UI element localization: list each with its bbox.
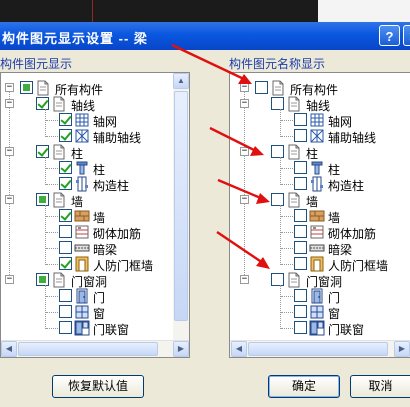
annotation-arrow-2 bbox=[209, 126, 259, 154]
annotation-arrows bbox=[171, 43, 270, 269]
annotation-arrowhead-1 bbox=[238, 74, 252, 84]
annotation-arrowhead-3 bbox=[256, 193, 270, 204]
annotation-arrowhead-2 bbox=[250, 146, 264, 156]
annotation-arrow-3 bbox=[217, 178, 264, 201]
annotation-arrow-4 bbox=[216, 231, 264, 264]
annotation-arrow-1 bbox=[171, 43, 247, 82]
